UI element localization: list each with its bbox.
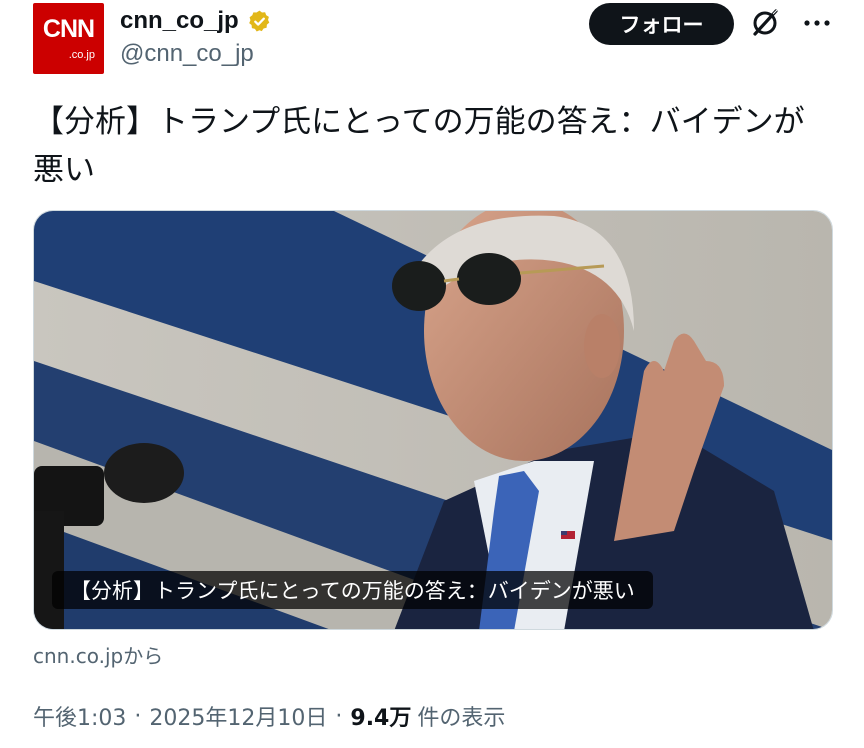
post-text: 【分析】トランプ氏にとっての万能の答え：バイデンが悪い: [33, 104, 805, 188]
post-time[interactable]: 午後1:03: [33, 700, 126, 732]
card-source-link[interactable]: cnn.co.jpから: [33, 640, 163, 669]
post-meta: 午後1:03 · 2025年12月10日 · 9.4万 件の表示: [33, 700, 505, 732]
avatar[interactable]: CNN .co.jp: [33, 3, 104, 74]
views-label: 件の表示: [417, 706, 506, 731]
card-caption: 【分析】トランプ氏にとっての万能の答え：バイデンが悪い: [52, 571, 653, 609]
post-date[interactable]: 2025年12月10日: [149, 700, 327, 732]
views-count: 9.4万: [350, 706, 412, 731]
handle[interactable]: @cnn_co_jp: [120, 40, 254, 68]
follow-button[interactable]: フォロー: [589, 3, 734, 45]
post-header: CNN .co.jp cnn_co_jp @cnn_co_jp フォロー: [0, 0, 864, 90]
verified-badge-icon[interactable]: [247, 9, 272, 34]
avatar-logo: CNN: [42, 15, 95, 43]
grok-icon[interactable]: [748, 6, 782, 40]
avatar-sub: .co.jp: [68, 49, 95, 61]
display-name[interactable]: cnn_co_jp: [120, 7, 239, 35]
link-card[interactable]: 【分析】トランプ氏にとっての万能の答え：バイデンが悪い: [33, 210, 833, 630]
more-icon[interactable]: [800, 6, 834, 40]
meta-separator: ·: [335, 703, 343, 729]
card-image: [34, 211, 832, 629]
name-row: cnn_co_jp: [120, 4, 272, 38]
meta-separator: ·: [134, 703, 142, 729]
